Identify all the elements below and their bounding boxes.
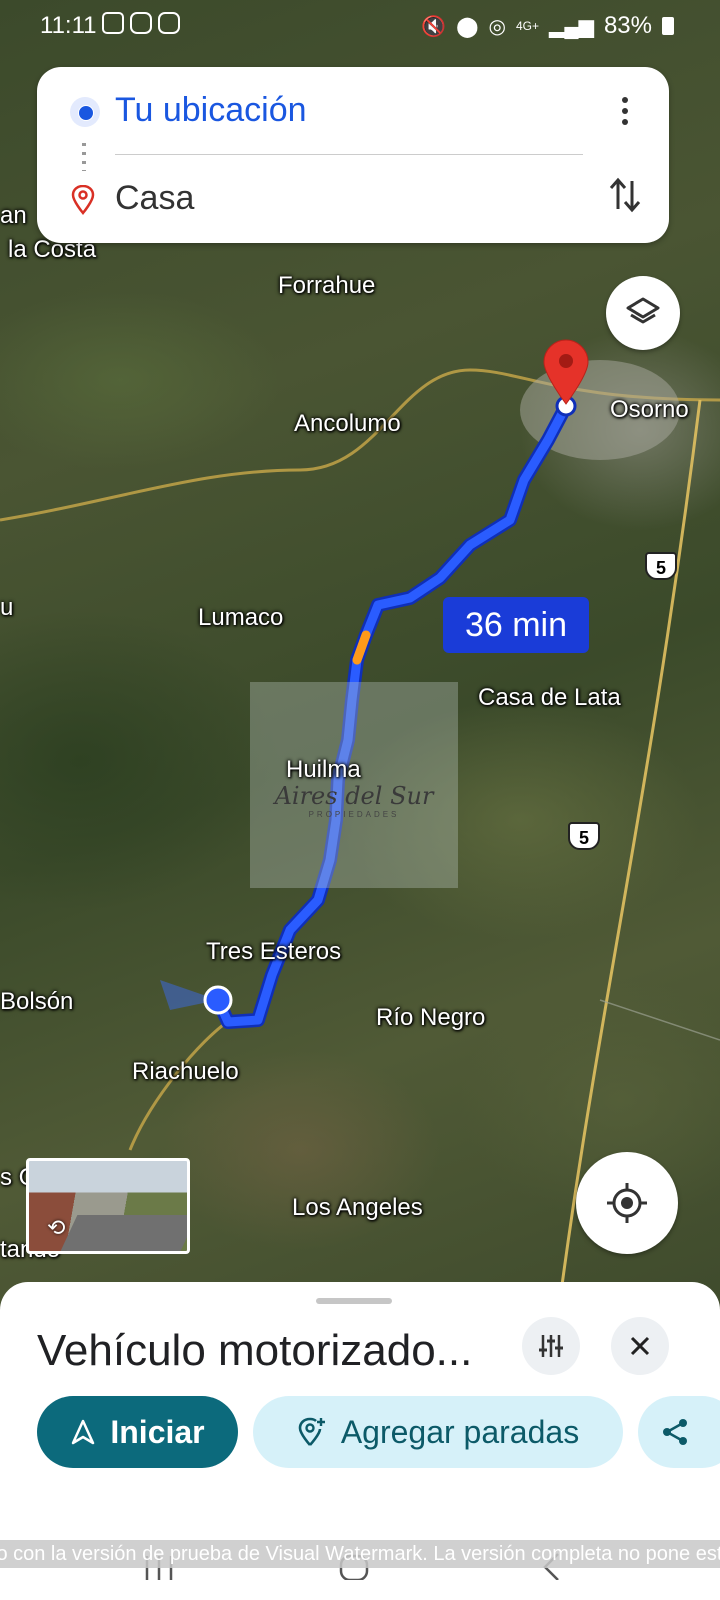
- watermark: Huilma Aires del Sur PROPIEDADES: [250, 682, 458, 888]
- close-button[interactable]: [611, 1317, 669, 1375]
- street-view-thumbnail[interactable]: ⟲: [26, 1158, 190, 1254]
- mute-icon: 🔇: [421, 15, 447, 38]
- map-label: Lumaco: [198, 604, 284, 631]
- map-label: Tres Esteros: [206, 938, 342, 965]
- route-options-button[interactable]: [522, 1317, 580, 1375]
- instagram-icon: [130, 12, 152, 34]
- map-label: Bolsón: [0, 988, 74, 1015]
- map-label: Riachuelo: [132, 1058, 239, 1085]
- origin-field[interactable]: Tu ubicación: [115, 91, 307, 130]
- divider: [115, 154, 583, 155]
- share-icon: [663, 1419, 687, 1445]
- network-type: 4G+: [516, 19, 540, 33]
- battery-icon: [662, 17, 674, 35]
- origin-location-icon: [70, 97, 100, 127]
- instagram-icon: [158, 12, 180, 34]
- directions-card: Tu ubicación Casa: [37, 67, 669, 243]
- map-label: u: [0, 594, 14, 621]
- gallery-icon: [102, 12, 124, 34]
- more-options-icon[interactable]: [607, 91, 643, 131]
- battery-percent: 83%: [603, 12, 652, 39]
- highway-shield: 5: [568, 822, 600, 850]
- status-bar: 11:11 🔇 ⬤ ◎ 4G+ ▂▄▆ 83%: [0, 0, 720, 52]
- navigation-arrow-icon: [72, 1419, 95, 1445]
- start-button[interactable]: Iniciar: [37, 1396, 238, 1468]
- street-road: [60, 1215, 187, 1251]
- sheet-drag-handle[interactable]: [316, 1298, 392, 1304]
- add-stops-button[interactable]: Agregar paradas: [253, 1396, 623, 1468]
- location-icon: ⬤: [456, 15, 479, 38]
- share-button[interactable]: [638, 1396, 720, 1468]
- map-label: Osorno: [610, 396, 689, 423]
- map-label: Huilma: [286, 756, 361, 783]
- recenter-button[interactable]: [576, 1152, 678, 1254]
- route-connector: [82, 143, 86, 171]
- watermark-subtitle: PROPIEDADES: [308, 810, 400, 819]
- notification-icons: [102, 12, 180, 34]
- destination-field[interactable]: Casa: [115, 179, 194, 218]
- my-location-icon: [607, 1183, 647, 1223]
- current-location-dot: [203, 985, 233, 1015]
- route-duration-chip[interactable]: 36 min: [443, 597, 589, 653]
- watermark-title: Aires del Sur: [274, 782, 434, 810]
- add-location-icon: [298, 1417, 325, 1446]
- map-label: Río Negro: [376, 1004, 486, 1031]
- tune-icon: [539, 1335, 563, 1357]
- destination-pin-icon: [71, 185, 95, 215]
- map-label: Casa de Lata: [478, 684, 621, 711]
- swap-icon[interactable]: [607, 175, 643, 215]
- hotspot-icon: ◎: [488, 15, 506, 38]
- system-icons: 🔇 ⬤ ◎ 4G+ ▂▄▆ 83%: [421, 12, 674, 40]
- layers-button[interactable]: [606, 276, 680, 350]
- map-label: Forrahue: [278, 272, 376, 299]
- highway-shield: 5: [645, 552, 677, 580]
- trial-watermark-banner: lo con la versión de prueba de Visual Wa…: [0, 1540, 720, 1568]
- layers-icon: [626, 297, 660, 324]
- add-stops-label: Agregar paradas: [340, 1413, 580, 1450]
- start-button-label: Iniciar: [110, 1413, 205, 1450]
- map-label: Ancolumo: [294, 410, 401, 437]
- signal-icon: ▂▄▆: [549, 15, 594, 38]
- map-label: an: [0, 202, 27, 229]
- sheet-title: Vehículo motorizado...: [37, 1326, 473, 1375]
- status-time: 11:11: [40, 12, 97, 39]
- close-icon: [630, 1336, 650, 1356]
- rotate-360-icon: ⟲: [47, 1215, 66, 1240]
- bottom-sheet: Vehículo motorizado... Iniciar Agregar p…: [0, 1282, 720, 1540]
- map-label: Los Angeles: [292, 1194, 423, 1221]
